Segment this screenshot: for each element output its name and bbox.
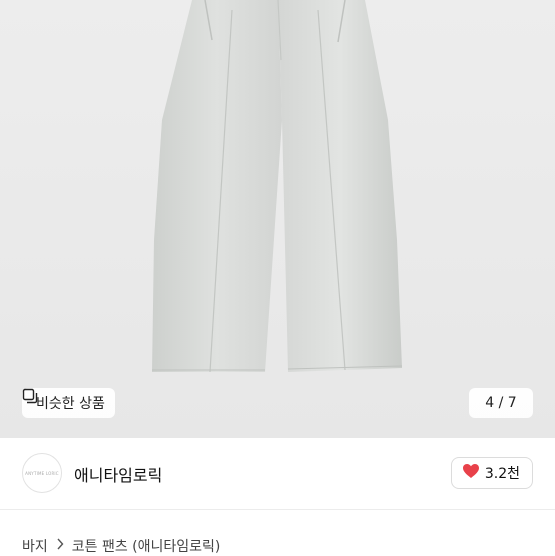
- breadcrumb: 바지 코튼 팬츠 (애니타임로릭): [22, 536, 220, 556]
- image-counter: 4 / 7: [469, 388, 533, 418]
- product-photo[interactable]: 비슷한 상품 4 / 7: [0, 0, 555, 438]
- similar-products-button[interactable]: 비슷한 상품: [22, 388, 115, 418]
- like-count: 3.2천: [484, 466, 520, 482]
- breadcrumb-category[interactable]: 바지: [22, 536, 48, 556]
- shop-row[interactable]: ANYTIME LORIC 애니타임로릭 3.2천: [0, 438, 555, 510]
- pants-image: [152, 0, 403, 373]
- breadcrumb-subcategory[interactable]: 코튼 팬츠 (애니타임로릭): [72, 536, 221, 556]
- shop-name[interactable]: 애니타임로릭: [74, 462, 162, 486]
- shop-avatar[interactable]: ANYTIME LORIC: [22, 453, 62, 493]
- like-button[interactable]: 3.2천: [450, 457, 533, 489]
- chevron-right-icon: [56, 538, 64, 554]
- heart-icon: [462, 463, 480, 483]
- similar-products-label: 비슷한 상품: [36, 396, 105, 412]
